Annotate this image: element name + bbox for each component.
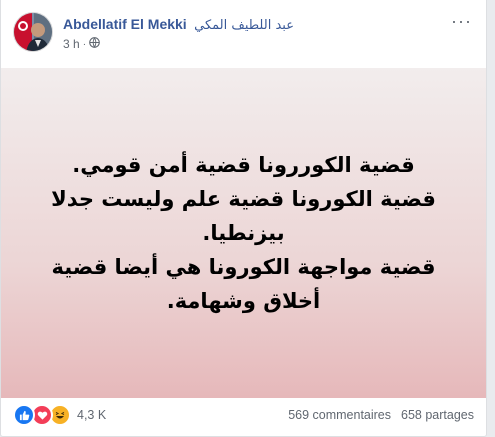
comments-count-link[interactable]: 569 commentaires bbox=[288, 408, 391, 422]
author-line: Abdellatif El Mekki عبد اللطيف المكي bbox=[63, 16, 294, 34]
like-icon[interactable] bbox=[13, 404, 35, 426]
post-text-line-3: قضية مواجهة الكورونا هي أيضا قضية أخلاق … bbox=[51, 255, 436, 313]
reaction-count[interactable]: 4,3 K bbox=[77, 408, 106, 422]
post-text-line-2: قضية الكورونا قضية علم وليست جدلا بيزنطي… bbox=[51, 187, 436, 245]
author-avatar[interactable] bbox=[13, 12, 53, 52]
meta-separator: · bbox=[82, 38, 87, 50]
post-text-line-1: قضية الكوررونا قضية أمن قومي. bbox=[72, 153, 415, 177]
post-footer: 4,3 K 569 commentaires 658 partages bbox=[13, 400, 474, 430]
post-meta: 3 h · bbox=[63, 37, 100, 51]
author-name-link[interactable]: Abdellatif El Mekki bbox=[63, 16, 187, 32]
reactions-summary[interactable]: 4,3 K bbox=[13, 404, 106, 426]
post-text-card: قضية الكوررونا قضية أمن قومي. قضية الكور… bbox=[1, 68, 486, 398]
shares-count-link[interactable]: 658 partages bbox=[401, 408, 474, 422]
post-timestamp[interactable]: 3 h bbox=[63, 37, 80, 51]
author-name-arabic[interactable]: عبد اللطيف المكي bbox=[194, 18, 294, 33]
post-header: Abdellatif El Mekki عبد اللطيف المكي 3 h… bbox=[13, 12, 474, 56]
post-body-text: قضية الكوررونا قضية أمن قومي. قضية الكور… bbox=[44, 148, 444, 318]
globe-icon[interactable] bbox=[89, 37, 100, 51]
more-options-icon[interactable]: ··· bbox=[451, 12, 472, 30]
facebook-post: Abdellatif El Mekki عبد اللطيف المكي 3 h… bbox=[0, 0, 487, 437]
